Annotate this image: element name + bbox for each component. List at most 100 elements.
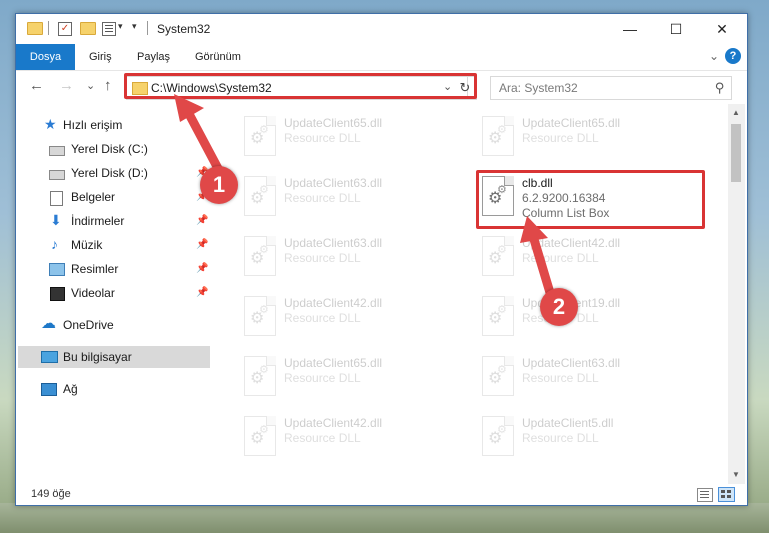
sidebar-item-label: Müzik [71,238,103,252]
drive-icon [49,170,65,180]
gear-icon: ⚙ [497,424,507,436]
gear-icon: ⚙ [259,364,269,376]
search-input[interactable]: Ara: System32 [499,81,578,95]
dll-file-icon: ⚙ ⚙ [244,236,276,276]
file-name: UpdateClient42.dll [522,236,621,250]
file-item[interactable]: ⚙ ⚙ UpdateClient42.dll Resource DLL [474,230,696,286]
desktop-wallpaper [0,503,769,533]
file-name: UpdateClient65.dll [522,116,621,130]
title-separator [147,21,148,35]
file-name: UpdateClient63.dll [284,176,383,190]
file-item[interactable]: ⚙⚙ UpdateClient19.dll Resource DLL [474,290,696,346]
sidebar-item-label: Ağ [63,382,78,396]
dll-file-icon: ⚙ ⚙ [244,416,276,456]
file-type: Resource DLL [522,431,599,445]
up-button[interactable]: ↑ [104,77,112,94]
file-name: UpdateClient63.dll [284,236,383,250]
status-bar: 149 öğe [16,484,747,505]
tab-file[interactable]: Dosya [16,44,75,70]
music-icon: ♪ [51,236,58,252]
file-type: Resource DLL [284,371,361,385]
customize-toolbar-icon[interactable] [102,22,116,36]
title-bar: ✓ ▾ ▾ System32 — ☐ ✕ [16,14,747,44]
gear-icon: ⚙ [497,244,507,256]
file-name: UpdateClient5.dll [522,416,614,430]
file-type: Resource DLL [522,131,599,145]
sidebar-item-label: İndirmeler [71,214,125,228]
search-icon[interactable]: ⚲ [715,80,725,96]
pin-icon: 📌 [196,263,209,274]
download-icon: ⬇ [50,212,62,228]
sidebar-item-label: Hızlı erişim [63,118,123,132]
sidebar-item-pictures[interactable]: Resimler 📌 [16,258,212,280]
tab-share[interactable]: Paylaş [137,44,170,70]
dll-file-icon: ⚙ ⚙ [244,296,276,336]
file-item[interactable]: ⚙ ⚙ UpdateClient63.dll Resource DLL [236,170,458,226]
star-icon: ★ [44,116,57,132]
toolbar-dropdown-icon[interactable]: ▾ [118,21,123,32]
file-type: Resource DLL [284,431,361,445]
navigation-pane: ★ Hızlı erişim Yerel Disk (C:) Yerel Dis… [16,104,212,484]
file-item[interactable]: ⚙ ⚙ UpdateClient5.dll Resource DLL [474,410,696,466]
pin-icon: 📌 [196,239,209,250]
navigation-bar: ← → ⌄ ↑ C:\Windows\System32 ⌄ ↻ Ara: Sys… [16,71,747,103]
gear-icon: ⚙ [259,244,269,256]
file-name: UpdateClient65.dll [284,356,383,370]
forward-button[interactable]: → [59,77,74,94]
dll-file-icon: ⚙ ⚙ [482,116,514,156]
scrollbar-thumb[interactable] [731,124,741,182]
sidebar-item-videos[interactable]: Videolar 📌 [16,282,212,304]
file-name: UpdateClient42.dll [284,416,383,430]
file-item[interactable]: ⚙ ⚙ UpdateClient65.dll Resource DLL [236,350,458,406]
title-separator [48,21,49,35]
scroll-down-icon[interactable]: ▼ [732,470,740,479]
file-name: UpdateClient65.dll [284,116,383,130]
quick-access-properties-icon[interactable]: ✓ [58,22,72,36]
details-view-icon[interactable] [697,488,713,502]
file-item[interactable]: ⚙ ⚙ UpdateClient42.dll Resource DLL [236,410,458,466]
file-item[interactable]: ⚙ ⚙ UpdateClient63.dll Resource DLL [236,230,458,286]
search-box[interactable]: Ara: System32 ⚲ [490,76,732,100]
dll-file-icon: ⚙ ⚙ [482,416,514,456]
file-item[interactable]: ⚙ ⚙ UpdateClient65.dll Resource DLL [474,110,696,166]
help-icon[interactable]: ? [725,48,741,64]
close-button[interactable]: ✕ [699,14,745,44]
sidebar-item-label: Bu bilgisayar [63,350,132,364]
pin-icon: 📌 [196,287,209,298]
gear-icon: ⚙ [259,184,269,196]
back-button[interactable]: ← [29,77,44,94]
tiles-view-icon[interactable] [718,487,735,502]
sidebar-item-music[interactable]: ♪ Müzik 📌 [16,234,212,256]
sidebar-item-label: Belgeler [71,190,116,204]
dll-file-icon: ⚙ ⚙ [482,236,514,276]
sidebar-item-this-pc[interactable]: Bu bilgisayar [18,346,210,368]
new-folder-icon[interactable] [80,22,96,35]
dll-file-icon: ⚙ ⚙ [244,356,276,396]
gear-icon: ⚙ [497,364,507,376]
customize-quick-access-icon[interactable]: ▾ [132,21,137,32]
recent-locations-button[interactable]: ⌄ [86,79,95,92]
file-item[interactable]: ⚙ ⚙ UpdateClient65.dll Resource DLL [236,110,458,166]
file-item[interactable]: ⚙ ⚙ UpdateClient63.dll Resource DLL [474,350,696,406]
file-item[interactable]: ⚙ ⚙ UpdateClient42.dll Resource DLL [236,290,458,346]
sidebar-item-label: Resimler [71,262,119,276]
tab-view[interactable]: Görünüm [195,44,241,70]
sidebar-item-local-disk-d[interactable]: Yerel Disk (D:) 📌 [16,162,212,184]
sidebar-item-documents[interactable]: Belgeler 📌 [16,186,212,208]
ribbon-tabs: Dosya Giriş Paylaş Görünüm ⌄ ? [16,44,747,71]
expand-ribbon-icon[interactable]: ⌄ [709,49,719,63]
scroll-up-icon[interactable]: ▲ [732,108,740,117]
sidebar-item-downloads[interactable]: ⬇ İndirmeler 📌 [16,210,212,232]
vertical-scrollbar[interactable]: ▲ ▼ [728,104,745,484]
file-type: Resource DLL [522,371,599,385]
pictures-icon [49,263,65,276]
dll-file-icon: ⚙ ⚙ [482,356,514,396]
file-explorer-window: ✓ ▾ ▾ System32 — ☐ ✕ Dosya Giriş Paylaş … [15,13,748,506]
gear-icon: ⚙ [259,304,269,316]
maximize-button[interactable]: ☐ [653,14,699,44]
sidebar-item-label: Yerel Disk (D:) [71,166,148,180]
tab-home[interactable]: Giriş [89,44,112,70]
minimize-button[interactable]: — [607,14,653,44]
onedrive-icon: ☁ [41,315,56,332]
file-name: UpdateClient63.dll [522,356,621,370]
